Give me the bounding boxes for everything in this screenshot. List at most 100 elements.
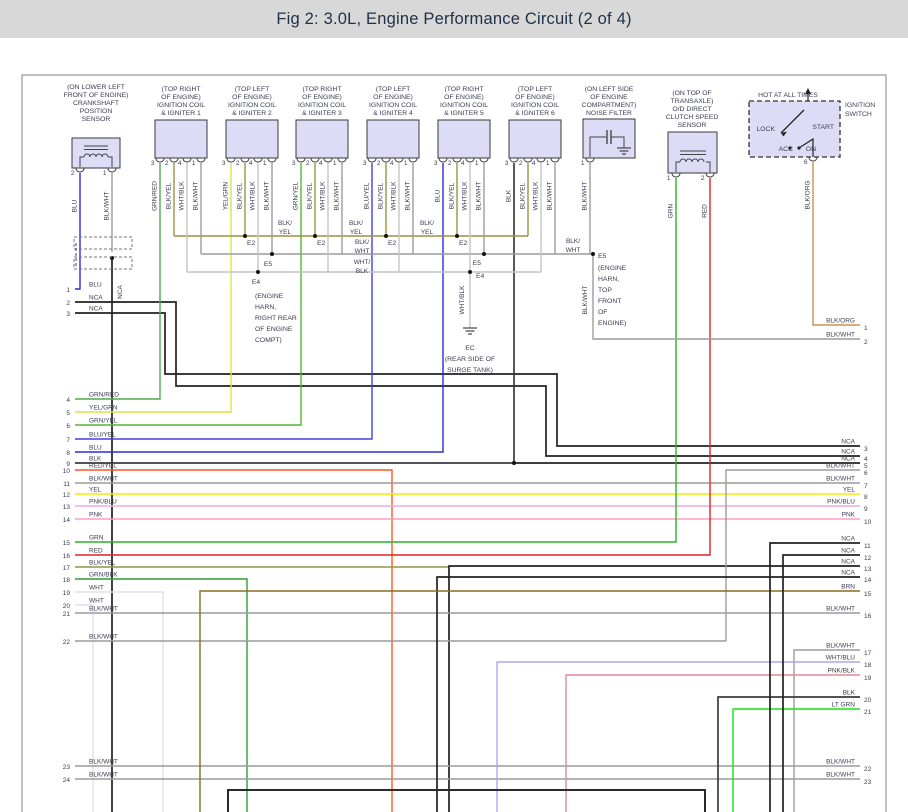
right-pin-number: 20: [864, 697, 872, 704]
ec-note: SURGE TANK): [447, 367, 493, 374]
wire-color-label: BLK/WHT: [193, 182, 200, 211]
left-pin-wire-label: YEL/GRN: [89, 405, 118, 412]
screenshot-root: Fig 2: 3.0L, Engine Performance Circuit …: [0, 0, 908, 812]
wire-color-label: WHT: [566, 247, 581, 254]
left-pin-wire-label: BLK/WHT: [89, 634, 118, 641]
switch-position-on: ON: [806, 146, 816, 153]
left-pin-number: 11: [63, 481, 70, 488]
left-pin-number: 20: [63, 603, 71, 610]
wire-color-label: BLK/ORG: [805, 181, 812, 210]
right-pin-number: 11: [864, 543, 871, 550]
e4-note: COMPT): [255, 337, 282, 344]
wire-color-label: WHT: [355, 248, 370, 255]
left-pin-wire-label: NCA: [89, 306, 103, 313]
pin-number: 3: [363, 160, 367, 167]
ignition-coil-6-label: (TOP LEFT: [518, 86, 553, 93]
e5-note: FRONT: [598, 298, 621, 305]
left-pin-wire-label: BLK: [89, 456, 102, 463]
switch-position-start: START: [812, 124, 834, 131]
left-pin-number: 3: [66, 311, 70, 318]
ignition-coil-6-label: & IGNITER 6: [515, 110, 555, 117]
pin-number: 1: [404, 160, 408, 167]
noise-filter-label: COMPARTMENT): [582, 102, 637, 109]
right-pin-number: 8: [864, 494, 868, 501]
ignition-switch-label: SWITCH: [845, 111, 872, 118]
left-pin-wire-label: RED/YEL: [89, 463, 117, 470]
left-pin-number: 15: [63, 540, 71, 547]
right-pin-wire-label: BRN: [841, 584, 855, 591]
connector-pin-icon: [438, 158, 448, 163]
od-direct-clutch-speed-sensor-label: SENSOR: [678, 122, 707, 129]
right-pin-wire-label: NCA: [841, 449, 855, 456]
ignition-coil-2-label: & IGNITER 2: [232, 110, 272, 117]
pin-number: 3: [151, 160, 155, 167]
splice-dot: [512, 461, 516, 465]
right-pin-number: 15: [864, 591, 872, 598]
splice-dot: [455, 234, 459, 238]
wire-color-label: BLU/YEL: [364, 182, 371, 209]
wire-color-label: WHT/BLK: [533, 181, 540, 211]
wire-color-label: BLK/WHT: [264, 182, 271, 211]
splice-dot: [384, 234, 388, 238]
ignition-coil-2-box: [225, 119, 279, 159]
pin-number: 1: [581, 160, 585, 167]
pin-number: 1: [475, 160, 479, 167]
ignition-coil-4-label: OF ENGINE): [373, 94, 413, 101]
left-pin-number: 10: [63, 468, 71, 475]
pin-number: 4: [249, 160, 253, 167]
wire-color-label: BLK/: [420, 220, 434, 227]
left-pin-number: 1: [66, 287, 70, 294]
connector-pin-icon: [226, 158, 236, 163]
right-pin-number: 22: [864, 766, 872, 773]
pin-number: 2: [448, 160, 452, 167]
wire-color-label: BLK/YEL: [378, 182, 385, 209]
right-pin-wire-label: BLK/ORG: [826, 318, 855, 325]
connector-pin-icon: [394, 158, 404, 163]
wire-color-label: BLK/: [349, 220, 363, 227]
connector-pin-icon: [155, 158, 165, 163]
splice-dot: [482, 252, 486, 256]
left-pin-number: 21: [63, 611, 71, 618]
right-pin-number: 13: [864, 566, 872, 573]
left-pin-number: 22: [63, 639, 71, 646]
crankshaft-position-sensor-label: CRANKSHAFT: [73, 100, 119, 107]
pin-number: 1: [667, 175, 671, 182]
splice-label-ec: EC: [465, 345, 475, 352]
right-pin-number: 18: [864, 662, 872, 669]
wire-NCA: [436, 576, 860, 812]
left-pin-number: 19: [63, 590, 71, 597]
wire-color-label: BLK/YEL: [166, 182, 173, 209]
pin-number: 2: [701, 175, 705, 182]
wire-color-label: BLK/YEL: [520, 182, 527, 209]
pin-number: 1: [103, 170, 107, 177]
connector-pin-icon: [509, 158, 519, 163]
connector-pin-icon: [479, 158, 489, 163]
pin-number: 2: [519, 160, 523, 167]
ignition-coil-6-label: OF ENGINE): [515, 94, 555, 101]
left-pin-number: 24: [63, 777, 71, 784]
connector-pin-icon: [253, 158, 263, 163]
wire-BLK-ORG: [812, 162, 860, 326]
connector-pin-icon: [550, 158, 560, 163]
wiring-diagram-svg: (ON LOWER LEFTFRONT OF ENGINE)CRANKSHAFT…: [21, 74, 887, 812]
ignition-coil-1-label: & IGNITER 1: [161, 110, 201, 117]
pin-number: 2: [236, 160, 240, 167]
wire-color-label: BLK/YEL: [307, 182, 314, 209]
ignition-coil-3-label: IGNITION COIL: [298, 102, 346, 109]
up-arrow-icon: [805, 88, 811, 94]
splice-dot: [468, 270, 472, 274]
left-pin-wire-label: BLK/YEL: [89, 560, 116, 567]
noise-filter-box: [582, 118, 636, 159]
ignition-coil-5-label: (TOP RIGHT: [444, 86, 483, 93]
right-pin-wire-label: NCA: [841, 439, 855, 446]
od-direct-clutch-speed-sensor-label: CLUTCH SPEED: [666, 114, 719, 121]
left-pin-number: 17: [63, 565, 71, 572]
wire-color-label: BLU: [435, 189, 442, 202]
splice-label-e2: E2: [459, 240, 468, 247]
left-pin-number: 18: [63, 577, 71, 584]
pin-number: 4: [319, 160, 323, 167]
connector-pin-icon: [337, 158, 347, 163]
right-pin-wire-label: PNK/BLU: [827, 499, 855, 506]
splice-dot: [591, 252, 595, 256]
connector-pin-icon: [296, 158, 306, 163]
